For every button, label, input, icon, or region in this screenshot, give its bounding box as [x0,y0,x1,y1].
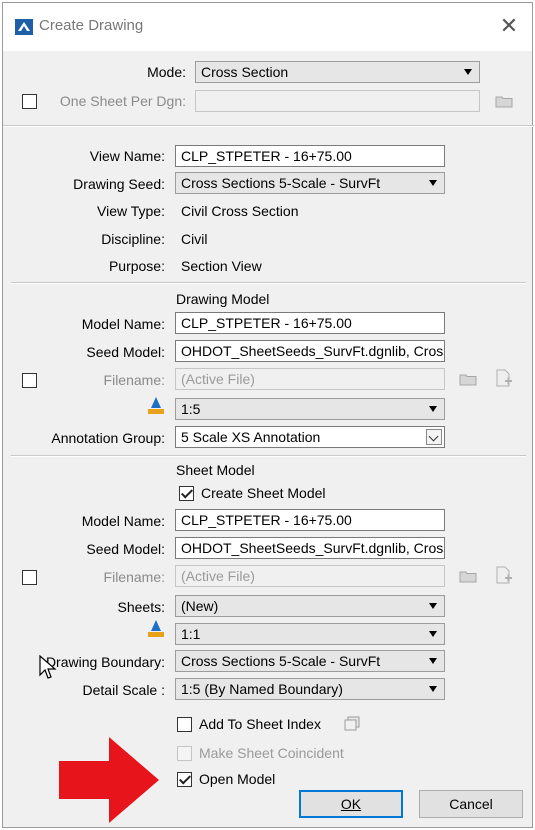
annotation-group-value: 5 Scale XS Annotation [181,429,321,445]
add-to-sheet-index-label: Add To Sheet Index [199,716,321,732]
chevron-down-icon [429,406,437,412]
one-sheet-field[interactable] [195,90,480,112]
drawing-seed-model-label: Seed Model: [86,344,165,360]
new-file-icon[interactable] [495,566,513,585]
purpose-value: Section View [181,258,262,274]
drawing-seed-select[interactable]: Cross Sections 5-Scale - SurvFt [175,172,445,194]
mode-label: Mode: [147,64,186,80]
drawing-boundary-select[interactable]: Cross Sections 5-Scale - SurvFt [175,650,445,672]
title-bar: Create Drawing ✕ [3,3,532,51]
sheet-model-name-label: Model Name: [81,513,165,529]
open-model-checkbox[interactable] [177,772,192,787]
mouse-cursor-icon [39,655,57,679]
chevron-down-icon [464,69,472,75]
detail-scale-label: Detail Scale : [82,682,165,698]
drawing-filename-label: Filename: [103,372,165,388]
chevron-down-icon [429,658,437,664]
sheet-filename-label: Filename: [103,569,165,585]
drawing-boundary-label: Drawing Boundary: [45,654,165,670]
drawing-seed-value: Cross Sections 5-Scale - SurvFt [181,175,381,191]
sheets-select[interactable]: (New) [175,595,445,617]
annotation-group-select[interactable]: 5 Scale XS Annotation [175,426,445,448]
annotation-scale-icon [148,620,164,637]
app-icon [15,19,33,35]
drawing-boundary-value: Cross Sections 5-Scale - SurvFt [181,653,381,669]
view-type-value: Civil Cross Section [181,203,299,219]
annotation-group-label: Annotation Group: [51,430,165,446]
view-name-label: View Name: [89,148,165,164]
sheet-index-icon[interactable] [343,716,361,732]
sheet-filename-checkbox[interactable] [22,570,37,585]
mode-value: Cross Section [201,64,289,80]
new-file-icon[interactable] [495,369,513,388]
folder-icon[interactable] [495,95,513,108]
drawing-filename-checkbox[interactable] [22,373,37,388]
create-sheet-model-label: Create Sheet Model [201,485,326,501]
purpose-label: Purpose: [108,258,165,274]
view-type-label: View Type: [97,203,165,219]
chevron-down-icon [429,686,437,692]
folder-icon[interactable] [459,570,477,583]
separator-highlight [11,456,526,457]
sheet-seed-model-label: Seed Model: [86,541,165,557]
separator-highlight [3,126,534,127]
separator-highlight [11,283,526,284]
drawing-seed-model-input[interactable]: OHDOT_SheetSeeds_SurvFt.dgnlib, Cross [175,340,445,362]
detail-scale-select[interactable]: 1:5 (By Named Boundary) [175,678,445,700]
chevron-down-icon [426,429,442,445]
cancel-button-label: Cancel [449,796,493,812]
create-drawing-dialog: Create Drawing ✕ Mode: Cross Section One… [2,2,534,828]
add-to-sheet-index-checkbox[interactable] [177,717,192,732]
one-sheet-checkbox[interactable] [22,94,37,109]
sheet-scale-select[interactable]: 1:1 [175,623,445,645]
one-sheet-label: One Sheet Per Dgn: [59,93,186,109]
sheets-value: (New) [181,598,219,614]
sheet-model-heading: Sheet Model [176,462,255,478]
close-icon[interactable]: ✕ [496,13,522,39]
cancel-button[interactable]: Cancel [419,790,523,818]
sheet-scale-value: 1:1 [181,626,201,642]
sheets-label: Sheets: [117,599,165,615]
create-sheet-model-checkbox[interactable] [179,486,194,501]
mode-select[interactable]: Cross Section [195,61,480,83]
ok-button-label: OK [340,796,362,812]
view-name-input[interactable]: CLP_STPETER - 16+75.00 [175,145,445,167]
discipline-label: Discipline: [101,231,165,247]
chevron-down-icon [429,631,437,637]
red-arrow-icon [59,737,159,823]
sheet-model-name-input[interactable]: CLP_STPETER - 16+75.00 [175,509,445,531]
sheet-seed-model-input[interactable]: OHDOT_SheetSeeds_SurvFt.dgnlib, Cross [175,537,445,559]
make-sheet-coincident-checkbox[interactable] [177,746,192,761]
annotation-scale-icon [148,397,164,414]
drawing-scale-value: 1:5 [181,401,201,417]
drawing-model-name-label: Model Name: [81,316,165,332]
drawing-seed-label: Drawing Seed: [73,176,165,192]
drawing-model-heading: Drawing Model [176,291,270,307]
drawing-model-name-input[interactable]: CLP_STPETER - 16+75.00 [175,312,445,334]
detail-scale-value: 1:5 (By Named Boundary) [181,681,343,697]
folder-icon[interactable] [459,373,477,386]
window-title: Create Drawing [39,17,144,34]
ok-button[interactable]: OK [299,790,403,818]
sheet-filename-field[interactable]: (Active File) [175,565,445,587]
chevron-down-icon [429,603,437,609]
drawing-scale-select[interactable]: 1:5 [175,398,445,420]
discipline-value: Civil [181,231,208,247]
chevron-down-icon [429,180,437,186]
drawing-filename-field[interactable]: (Active File) [175,368,445,390]
make-sheet-coincident-label: Make Sheet Coincident [199,745,344,761]
open-model-label: Open Model [199,771,276,787]
